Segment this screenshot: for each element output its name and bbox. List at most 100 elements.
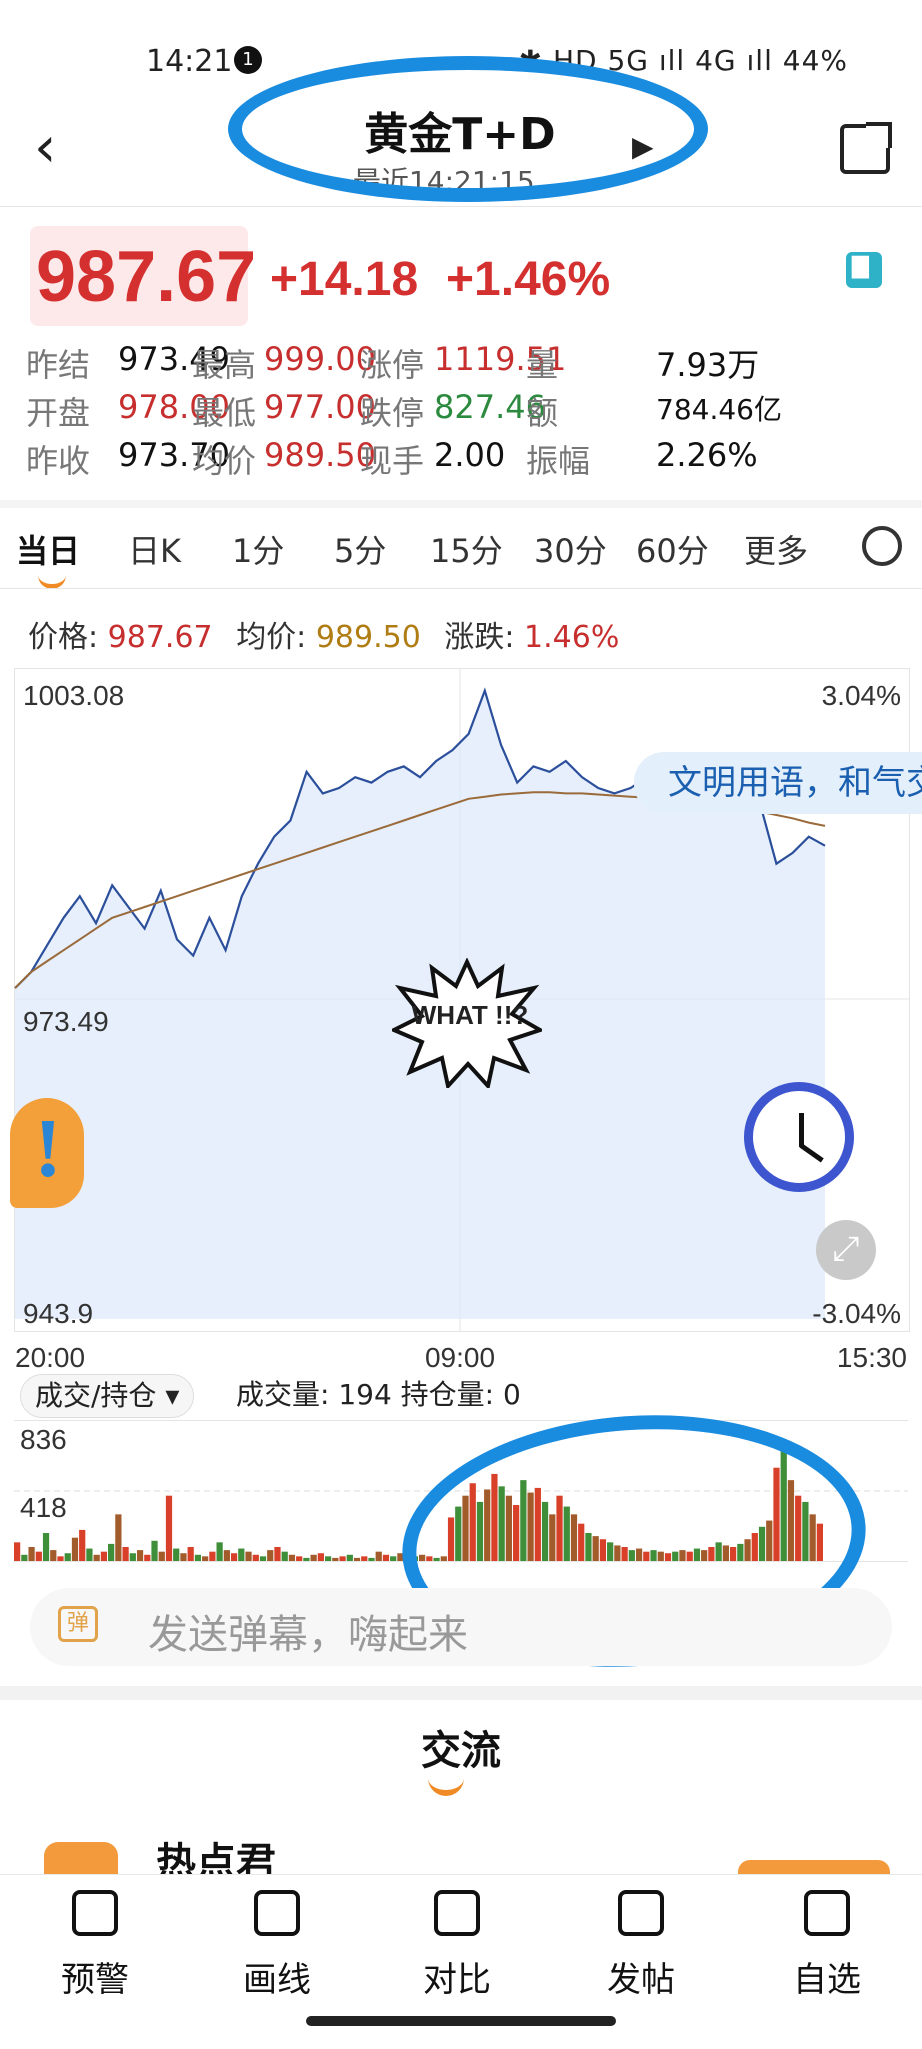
send-icon	[614, 1886, 668, 1940]
chart-icon[interactable]	[846, 252, 882, 288]
volume-bar	[165, 1495, 173, 1561]
share-icon[interactable]	[840, 122, 892, 174]
volume-bar	[375, 1551, 382, 1561]
volume-bar	[115, 1514, 122, 1561]
y-label-mid: 973.49	[23, 1006, 109, 1037]
danmu-input-placeholder[interactable]: 发送弹幕，嗨起来	[148, 1602, 468, 1660]
volume-bar	[100, 1551, 108, 1561]
volume-bar	[187, 1547, 194, 1561]
back-button[interactable]: ‹	[34, 118, 56, 178]
bottom-nav-item[interactable]: 对比	[392, 1886, 522, 2001]
stat-label: 跌停	[360, 394, 425, 432]
volume-bar	[382, 1554, 390, 1561]
tab-5[interactable]: 30分	[534, 526, 607, 572]
volume-y-label-mid: 418	[20, 1492, 67, 1523]
tab-2[interactable]: 1分	[232, 526, 284, 572]
price-change: +14.18	[270, 253, 419, 306]
volume-bar	[324, 1556, 332, 1561]
volume-bar	[259, 1556, 267, 1561]
stat-label: 振幅	[526, 442, 591, 480]
volume-bar	[216, 1542, 223, 1561]
section-title-indicator	[428, 1776, 464, 1796]
volume-bar	[21, 1554, 28, 1561]
tab-7[interactable]: 更多	[744, 526, 808, 572]
volume-bar	[180, 1553, 187, 1561]
volume-bar	[158, 1551, 165, 1561]
volume-bar	[339, 1556, 346, 1561]
volume-bar	[353, 1557, 361, 1561]
volume-bar	[368, 1557, 375, 1561]
stat-label: 最高	[192, 346, 257, 384]
alarm-icon	[68, 1886, 122, 1940]
volume-bar	[223, 1550, 230, 1561]
volume-bar	[57, 1556, 64, 1561]
y-label-top: 1003.08	[23, 680, 124, 711]
tab-0[interactable]: 当日	[16, 526, 80, 572]
stats-row: 开盘 978.00 最低 977.00 跌停 827.46 额 784.46亿	[26, 388, 906, 436]
header-divider	[0, 206, 922, 207]
bottom-nav-item[interactable]: 预警	[30, 1886, 160, 2001]
volume-bar	[202, 1556, 209, 1561]
home-indicator[interactable]	[306, 2016, 616, 2026]
stat-label: 开盘	[26, 394, 91, 432]
notification-badge: 1	[234, 46, 262, 74]
bottom-nav-item[interactable]: 发帖	[576, 1886, 706, 2001]
tab-1[interactable]: 日K	[128, 526, 181, 572]
volume-bar	[86, 1548, 93, 1561]
volume-bar	[173, 1548, 180, 1561]
tab-4[interactable]: 15分	[430, 526, 503, 572]
volume-bar	[274, 1547, 281, 1561]
price-change-percent: +1.46%	[446, 253, 611, 306]
chart-info-row: 价格: 987.67 均价: 989.50 涨跌: 1.46%	[28, 612, 619, 656]
tabs-divider	[0, 588, 922, 589]
versus-icon	[430, 1886, 484, 1940]
volume-bar	[252, 1554, 259, 1561]
x-label-end: 15:30	[837, 1342, 907, 1373]
volume-bar	[209, 1551, 216, 1561]
volume-bar	[303, 1557, 310, 1561]
chg-info-value: 1.46%	[524, 620, 620, 655]
bottom-nav-item[interactable]: 自选	[762, 1886, 892, 2001]
danmu-bubble: 文明用语，和气交流	[634, 752, 922, 814]
volume-bar	[245, 1551, 252, 1561]
expand-icon[interactable]: ⤢	[816, 1220, 876, 1280]
clock-icon[interactable]	[744, 1082, 854, 1192]
settings-icon[interactable]	[862, 526, 902, 566]
exclamation-sticker-icon	[10, 1098, 84, 1208]
bottom-nav-item[interactable]: 画线	[212, 1886, 342, 2001]
watchlist-icon	[800, 1886, 854, 1940]
volume-bar	[42, 1533, 50, 1561]
chg-info-label: 涨跌:	[444, 620, 515, 655]
volume-bar	[346, 1554, 353, 1561]
volume-bar	[151, 1540, 158, 1561]
volume-y-label-top: 836	[20, 1424, 67, 1455]
volume-type-dropdown[interactable]: 成交/持仓 ▾	[20, 1374, 195, 1418]
volume-bar	[288, 1554, 296, 1561]
volume-bar	[238, 1548, 245, 1561]
stat-value: 784.46亿	[656, 393, 782, 426]
bottom-nav-label: 对比	[423, 1960, 491, 2000]
stat-value: 7.93万	[656, 346, 760, 384]
stat-label: 最低	[192, 394, 257, 432]
y-label-bottom: 943.9	[23, 1298, 93, 1329]
danmu-icon: 弹	[58, 1606, 98, 1642]
volume-bar	[194, 1554, 202, 1561]
volume-bar	[267, 1550, 274, 1561]
volume-bar	[136, 1550, 144, 1561]
volume-info: 成交量: 194 持仓量: 0	[236, 1378, 521, 1411]
volume-bar	[14, 1542, 21, 1561]
y-right-label-top: 3.04%	[822, 680, 901, 711]
avg-info-label: 均价:	[236, 620, 307, 655]
bottom-nav-label: 画线	[243, 1960, 311, 2000]
volume-bar	[71, 1537, 79, 1561]
volume-bar	[390, 1556, 397, 1561]
x-label-start: 20:00	[15, 1342, 85, 1373]
tab-6[interactable]: 60分	[636, 526, 709, 572]
stat-label: 均价	[192, 442, 257, 480]
volume-bar	[108, 1543, 115, 1561]
tab-3[interactable]: 5分	[334, 526, 386, 572]
stats-row: 昨结 973.49 最高 999.00 涨停 1119.51 量 7.93万	[26, 340, 906, 388]
volume-bar	[28, 1547, 35, 1561]
section-separator	[0, 1686, 922, 1700]
section-title[interactable]: 交流	[0, 1718, 922, 1776]
